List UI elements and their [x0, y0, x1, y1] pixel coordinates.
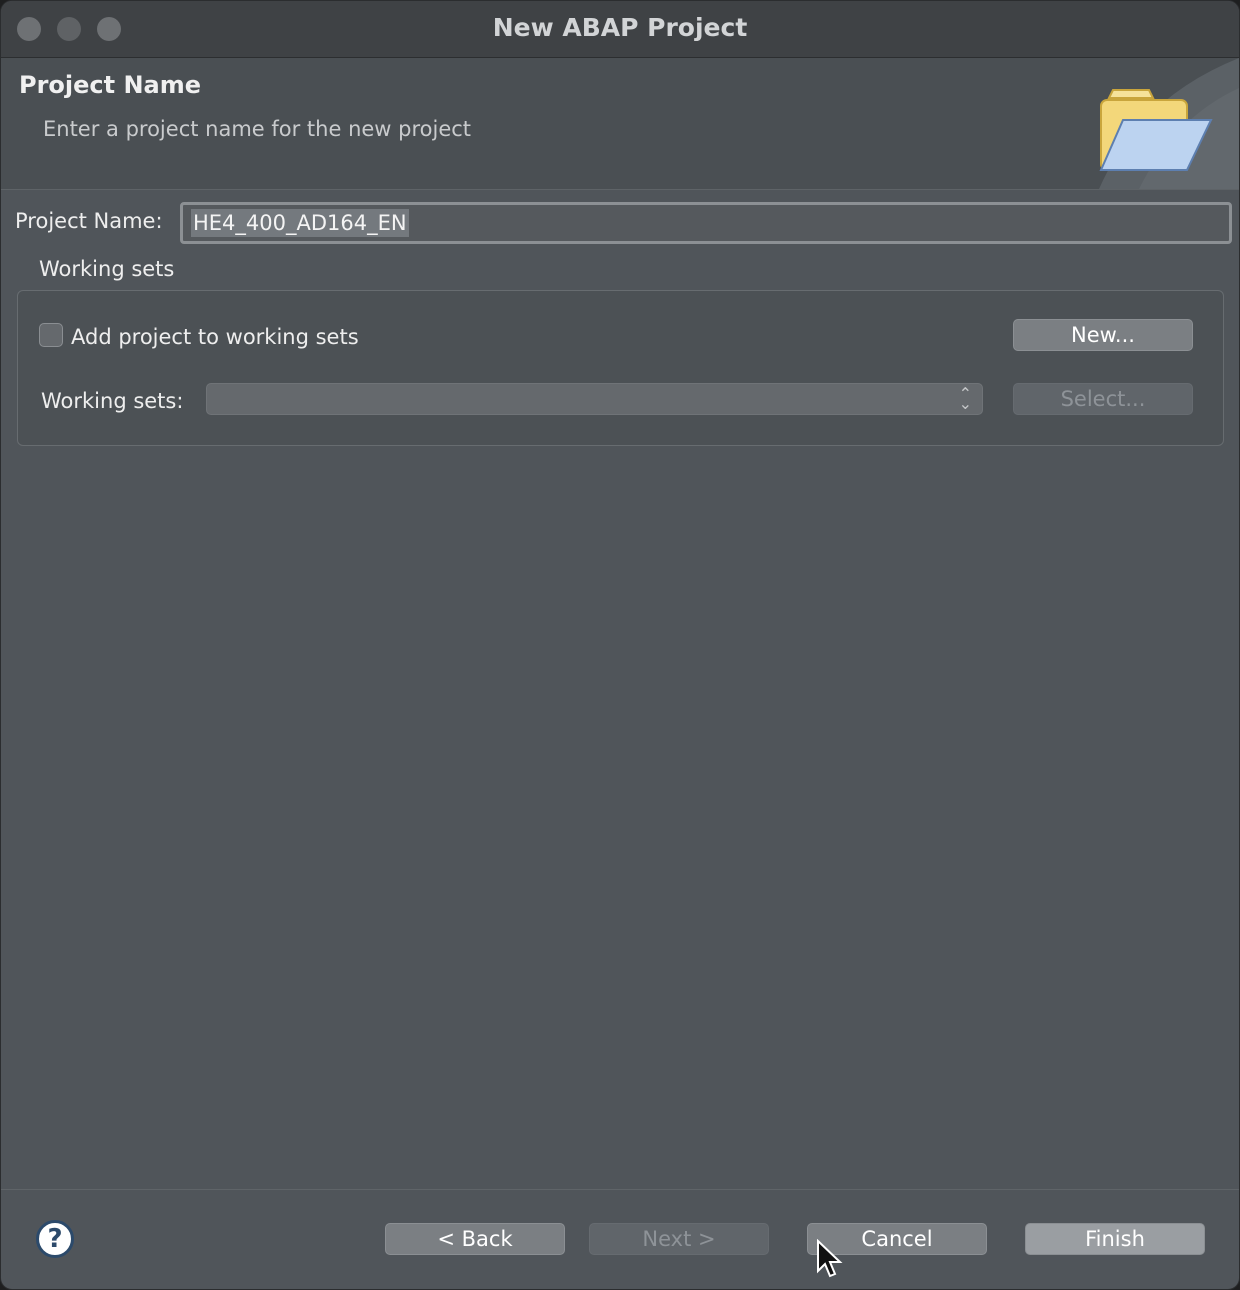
finish-button[interactable]: Finish	[1025, 1223, 1205, 1255]
wizard-header: Project Name Enter a project name for th…	[1, 58, 1239, 190]
new-working-set-button[interactable]: New...	[1013, 319, 1193, 351]
window-title: New ABAP Project	[492, 13, 748, 42]
help-icon[interactable]: ?	[36, 1220, 74, 1258]
add-to-working-sets-checkbox[interactable]	[39, 323, 63, 347]
folder-open-icon	[1099, 58, 1239, 189]
project-name-value: HE4_400_AD164_EN	[191, 209, 409, 237]
select-working-sets-button[interactable]: Select...	[1013, 383, 1193, 415]
working-sets-select[interactable]: ⌃ ⌄	[206, 383, 983, 415]
chevron-up-down-icon: ⌃ ⌄	[958, 384, 972, 413]
mouse-cursor-icon	[817, 1239, 843, 1278]
add-to-working-sets-label[interactable]: Add project to working sets	[71, 325, 359, 349]
page-subtitle: Enter a project name for the new project	[43, 117, 472, 141]
working-sets-label: Working sets:	[41, 389, 184, 413]
working-sets-group	[17, 290, 1224, 446]
page-title: Project Name	[19, 71, 202, 99]
working-sets-heading: Working sets	[39, 257, 175, 281]
footer-divider	[1, 1189, 1239, 1190]
back-button[interactable]: < Back	[385, 1223, 565, 1255]
project-name-label: Project Name:	[15, 209, 163, 233]
new-abap-project-dialog: New ABAP Project Project Name Enter a pr…	[0, 0, 1240, 1290]
project-name-input[interactable]: HE4_400_AD164_EN	[180, 202, 1232, 244]
title-bar: New ABAP Project	[1, 1, 1239, 58]
next-button[interactable]: Next >	[589, 1223, 769, 1255]
